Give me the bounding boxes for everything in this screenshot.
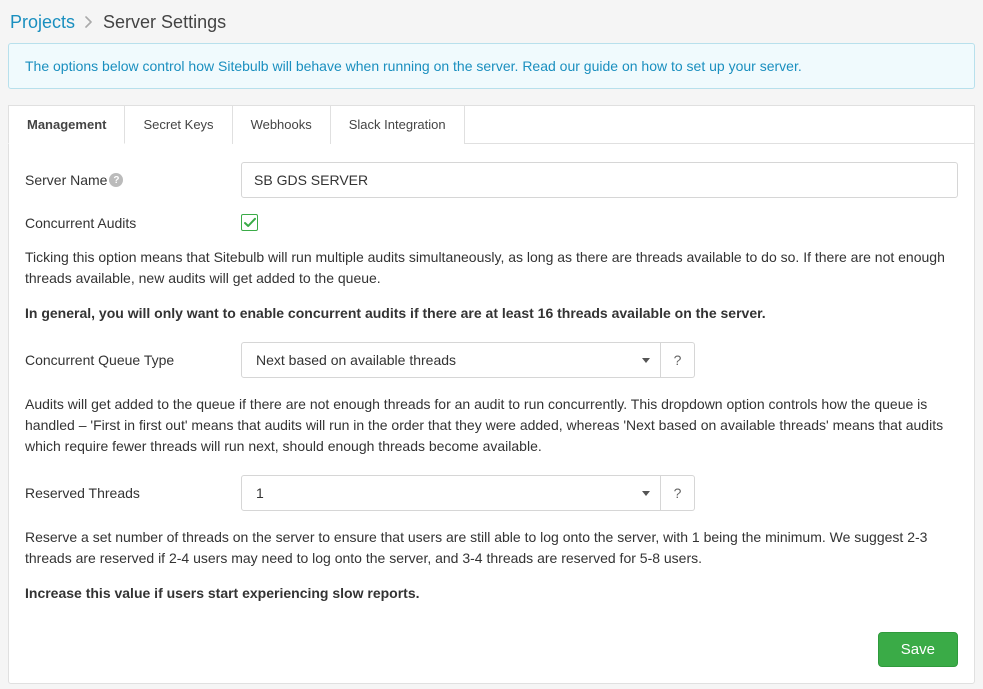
server-name-label-text: Server Name xyxy=(25,172,107,188)
concurrent-audits-row: Concurrent Audits xyxy=(25,214,958,231)
tab-webhooks[interactable]: Webhooks xyxy=(233,105,331,144)
server-name-label: Server Name ? xyxy=(25,172,241,188)
panel-footer: Save xyxy=(25,632,958,667)
reserved-threads-value: 1 xyxy=(256,485,634,501)
breadcrumb: Projects Server Settings xyxy=(0,0,983,43)
queue-type-row: Concurrent Queue Type Next based on avai… xyxy=(25,342,958,378)
queue-type-select[interactable]: Next based on available threads xyxy=(241,342,661,378)
info-banner: The options below control how Sitebulb w… xyxy=(8,43,975,89)
queue-type-label: Concurrent Queue Type xyxy=(25,352,241,368)
banner-text-prefix: The options below control how Sitebulb w… xyxy=(25,58,522,74)
chevron-down-icon xyxy=(642,358,650,363)
page-title: Server Settings xyxy=(103,12,226,33)
tab-secret-keys[interactable]: Secret Keys xyxy=(125,105,232,144)
chevron-right-icon xyxy=(85,15,93,31)
concurrent-audits-label: Concurrent Audits xyxy=(25,215,241,231)
save-button[interactable]: Save xyxy=(878,632,958,667)
server-name-input[interactable] xyxy=(241,162,958,198)
help-icon[interactable]: ? xyxy=(109,173,123,187)
reserved-threads-help-button[interactable]: ? xyxy=(661,475,695,511)
queue-type-value: Next based on available threads xyxy=(256,352,634,368)
reserved-threads-label: Reserved Threads xyxy=(25,485,241,501)
reserved-threads-select[interactable]: 1 xyxy=(241,475,661,511)
reserved-threads-desc: Reserve a set number of threads on the s… xyxy=(25,527,958,569)
queue-type-desc: Audits will get added to the queue if th… xyxy=(25,394,958,457)
reserved-threads-row: Reserved Threads 1 ? xyxy=(25,475,958,511)
concurrent-audits-strong: In general, you will only want to enable… xyxy=(25,303,958,324)
banner-guide-link[interactable]: Read our guide xyxy=(522,58,618,74)
tab-slack-integration[interactable]: Slack Integration xyxy=(331,105,465,144)
queue-type-help-button[interactable]: ? xyxy=(661,342,695,378)
server-name-row: Server Name ? xyxy=(25,162,958,198)
tabs: Management Secret Keys Webhooks Slack In… xyxy=(8,105,975,144)
chevron-down-icon xyxy=(642,491,650,496)
tab-filler xyxy=(465,105,975,144)
concurrent-audits-checkbox[interactable] xyxy=(241,214,258,231)
reserved-threads-strong: Increase this value if users start exper… xyxy=(25,583,958,604)
tab-management[interactable]: Management xyxy=(8,105,125,144)
banner-text-suffix: on how to set up your server. xyxy=(618,58,802,74)
settings-panel: Server Name ? Concurrent Audits Ticking … xyxy=(8,143,975,684)
concurrent-audits-desc: Ticking this option means that Sitebulb … xyxy=(25,247,958,289)
breadcrumb-root-link[interactable]: Projects xyxy=(10,12,75,33)
